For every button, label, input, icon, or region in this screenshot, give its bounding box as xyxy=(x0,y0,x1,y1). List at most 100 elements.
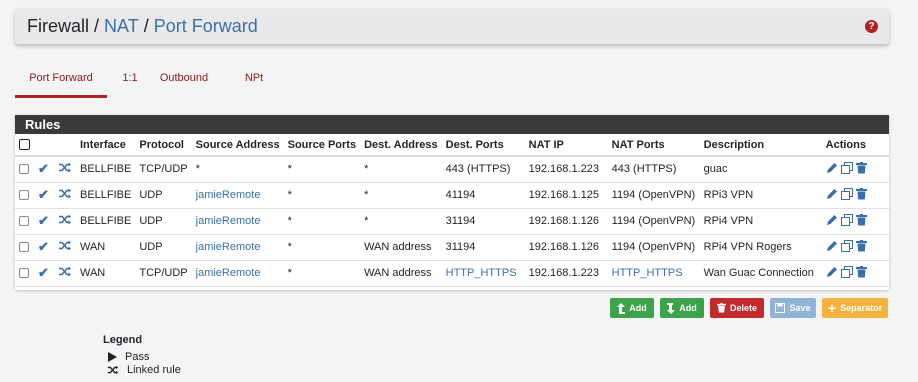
tab-port-forward[interactable]: Port Forward xyxy=(15,62,107,98)
play-icon xyxy=(108,352,117,362)
cell-source-address-link[interactable]: jamieRemote xyxy=(191,182,284,209)
pencil-icon[interactable] xyxy=(826,266,838,278)
row-checkbox[interactable] xyxy=(19,190,29,201)
add-bottom-label: Add xyxy=(679,303,697,313)
cell-source-ports: * xyxy=(283,182,361,209)
cell-source-address-link[interactable]: jamieRemote xyxy=(191,208,284,235)
row-actions xyxy=(826,239,867,252)
cell-nat-ports: 443 (HTTPS) xyxy=(607,156,700,183)
table-row[interactable]: ✔ WAN UDP jamieRemote * WAN address 3119… xyxy=(15,234,889,261)
check-icon[interactable]: ✔ xyxy=(38,187,49,202)
legend-pass-label: Pass xyxy=(125,351,150,363)
column-header-dest-address[interactable]: Dest. Address xyxy=(360,134,442,157)
linked-rule-icon xyxy=(54,260,76,287)
trash-icon[interactable] xyxy=(855,239,867,252)
add-separator-button[interactable]: + Separator xyxy=(822,298,888,318)
delete-button[interactable]: Delete xyxy=(710,298,764,318)
column-header-actions: Actions xyxy=(821,134,889,157)
pencil-icon[interactable] xyxy=(826,162,838,174)
trash-icon[interactable] xyxy=(855,265,867,278)
cell-source-ports: * xyxy=(283,234,361,261)
row-checkbox[interactable] xyxy=(19,216,29,227)
column-header-source-ports[interactable]: Source Ports xyxy=(283,134,361,157)
trash-icon[interactable] xyxy=(855,213,867,226)
column-header-nat-ports[interactable]: NAT Ports xyxy=(607,134,700,157)
column-header-protocol[interactable]: Protocol xyxy=(135,134,192,157)
copy-icon[interactable] xyxy=(840,265,853,278)
linked-rule-icon xyxy=(107,365,119,375)
row-actions xyxy=(826,213,867,226)
breadcrumb-firewall: Firewall xyxy=(27,16,90,36)
row-checkbox[interactable] xyxy=(19,268,29,279)
trash-icon[interactable] xyxy=(855,161,867,174)
copy-icon[interactable] xyxy=(840,187,853,200)
breadcrumb-separator: / xyxy=(143,16,149,36)
add-rule-top-button[interactable]: Add xyxy=(610,298,654,318)
cell-nat-ports-link[interactable]: HTTP_HTTPS xyxy=(607,260,700,287)
cell-dest-ports: 41194 xyxy=(441,182,525,209)
row-checkbox[interactable] xyxy=(19,164,29,175)
cell-dest-ports: 31194 xyxy=(441,208,525,235)
column-header-source-address[interactable]: Source Address xyxy=(191,134,284,157)
table-header-row: Interface Protocol Source Address Source… xyxy=(15,134,889,157)
add-rule-bottom-button[interactable]: Add xyxy=(660,298,704,318)
table-row[interactable]: ✔ BELLFIBE UDP jamieRemote * * 31194 192… xyxy=(15,208,889,235)
column-header-interface[interactable]: Interface xyxy=(76,134,136,157)
save-button[interactable]: Save xyxy=(770,298,816,318)
status-column-header xyxy=(34,134,54,157)
linked-rule-icon xyxy=(54,234,76,261)
tab-one-to-one[interactable]: 1:1 xyxy=(119,62,141,98)
pencil-icon[interactable] xyxy=(826,240,838,252)
cell-source-ports: * xyxy=(283,260,361,287)
select-all-checkbox[interactable] xyxy=(19,139,30,151)
cell-nat-ports: 1194 (OpenVPN) xyxy=(607,208,700,235)
table-row[interactable]: ✔ BELLFIBE UDP jamieRemote * * 41194 192… xyxy=(15,182,889,209)
floppy-disk-icon xyxy=(775,303,786,313)
cell-dest-ports: 443 (HTTPS) xyxy=(441,156,525,183)
cell-source-ports: * xyxy=(283,208,361,235)
copy-icon[interactable] xyxy=(840,239,853,252)
trash-icon xyxy=(716,303,726,313)
cell-description: RPi4 VPN xyxy=(699,208,822,235)
copy-icon[interactable] xyxy=(840,213,853,226)
cell-dest-address: * xyxy=(360,182,442,209)
cell-nat-ip: 192.168.1.223 xyxy=(524,156,608,183)
cell-dest-address: WAN address xyxy=(360,260,442,287)
check-icon[interactable]: ✔ xyxy=(38,265,49,280)
cell-dest-ports: 31194 xyxy=(441,234,525,261)
help-icon[interactable]: ? xyxy=(865,20,878,33)
cell-nat-ip: 192.168.1.223 xyxy=(524,260,608,287)
column-header-description[interactable]: Description xyxy=(699,134,822,157)
check-icon[interactable]: ✔ xyxy=(38,239,49,254)
rule-buttons: Add Add Delete Save + Separator xyxy=(0,298,918,318)
tab-outbound[interactable]: Outbound xyxy=(153,62,215,98)
check-icon[interactable]: ✔ xyxy=(38,161,49,176)
cell-source-address-link[interactable]: jamieRemote xyxy=(191,234,284,261)
arrow-up-icon xyxy=(617,302,626,314)
trash-icon[interactable] xyxy=(855,187,867,200)
cell-nat-ip: 192.168.1.125 xyxy=(524,182,608,209)
copy-icon[interactable] xyxy=(840,161,853,174)
cell-description: RPi4 VPN Rogers xyxy=(699,234,822,261)
separator-label: Separator xyxy=(840,303,883,313)
pencil-icon[interactable] xyxy=(826,214,838,226)
column-header-nat-ip[interactable]: NAT IP xyxy=(524,134,608,157)
linked-rule-icon xyxy=(54,182,76,209)
pencil-icon[interactable] xyxy=(826,188,838,200)
cell-source-address-link[interactable]: jamieRemote xyxy=(191,260,284,287)
cell-description: guac xyxy=(699,156,822,183)
rules-panel: Rules Interface Protocol Source Address … xyxy=(15,115,889,290)
delete-label: Delete xyxy=(729,303,757,313)
row-checkbox[interactable] xyxy=(19,242,29,253)
cell-protocol: UDP xyxy=(135,234,192,261)
column-header-dest-ports[interactable]: Dest. Ports xyxy=(441,134,525,157)
table-row[interactable]: ✔ WAN TCP/UDP jamieRemote * WAN address … xyxy=(15,260,889,287)
check-icon[interactable]: ✔ xyxy=(38,213,49,228)
cell-description: RPi3 VPN xyxy=(699,182,822,209)
cell-dest-ports-link[interactable]: HTTP_HTTPS xyxy=(441,260,525,287)
breadcrumb-port-forward-link[interactable]: Port Forward xyxy=(154,16,258,37)
table-row[interactable]: ✔ BELLFIBE TCP/UDP * * * 443 (HTTPS) 192… xyxy=(15,156,889,183)
tab-npt[interactable]: NPt xyxy=(243,62,265,98)
breadcrumb-nat-link[interactable]: NAT xyxy=(104,16,139,37)
arrow-down-icon xyxy=(667,302,676,314)
